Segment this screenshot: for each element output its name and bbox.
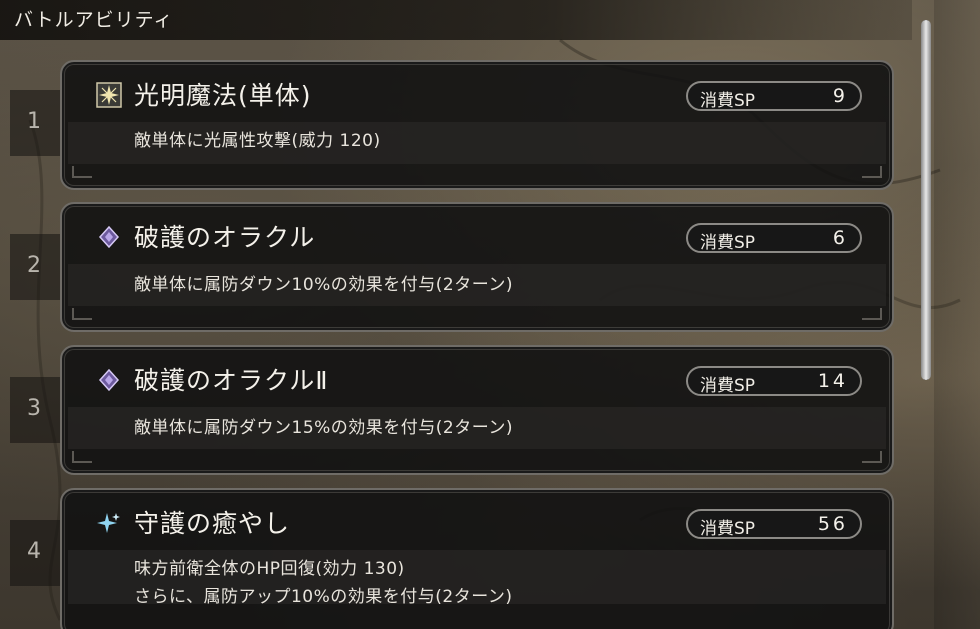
ability-description: 敵単体に属防ダウン15%の効果を付与(2ターン) (134, 418, 514, 438)
scrollbar[interactable] (919, 14, 933, 384)
sp-label: 消費SP (700, 233, 756, 253)
row-number: 4 (27, 539, 41, 564)
sp-value: 14 (817, 370, 848, 392)
ability-name: 光明魔法(単体) (134, 81, 312, 110)
sp-value: 9 (832, 85, 848, 107)
row-number: 2 (27, 253, 41, 278)
ability-card-guardian-heal[interactable]: 守護の癒やし 消費SP 56 味方前衛全体のHP回復(効力 130) さらに、属… (60, 488, 894, 629)
card-corner-ornament (72, 166, 92, 178)
sp-cost-box: 消費SP 9 (686, 81, 862, 111)
card-corner-ornament (72, 308, 92, 320)
ability-description-line-2: さらに、属防アップ10%の効果を付与(2ターン) (134, 587, 513, 607)
light-star-icon (96, 82, 122, 108)
ability-name: 破護のオラクル (134, 223, 316, 252)
purple-diamond-icon (98, 225, 120, 249)
sp-value: 6 (832, 227, 848, 249)
card-corner-ornament (862, 308, 882, 320)
screen-title: バトルアビリティ (14, 9, 174, 31)
sp-label: 消費SP (700, 376, 756, 396)
ability-card-oracle-2[interactable]: 破護のオラクルⅡ 消費SP 14 敵単体に属防ダウン15%の効果を付与(2ターン… (60, 345, 894, 475)
ability-name: 守護の癒やし (134, 509, 291, 538)
sp-cost-box: 消費SP 14 (686, 366, 862, 396)
row-number: 1 (27, 109, 41, 134)
purple-diamond-icon (98, 368, 120, 392)
row-number: 3 (27, 396, 41, 421)
blue-sparkle-icon (97, 513, 120, 533)
sp-label: 消費SP (700, 519, 756, 539)
scrollbar-thumb[interactable] (921, 20, 931, 380)
sp-cost-box: 消費SP 56 (686, 509, 862, 539)
ability-card-oracle[interactable]: 破護のオラクル 消費SP 6 敵単体に属防ダウン10%の効果を付与(2ターン) (60, 202, 894, 332)
right-edge-shade (934, 0, 980, 629)
card-corner-ornament (862, 166, 882, 178)
ability-description: 敵単体に光属性攻撃(威力 120) (134, 131, 381, 151)
battle-ability-screen: バトルアビリティ 1 2 3 4 光明魔法(単体) 消費SP 9 敵単体に光属性… (0, 0, 980, 629)
ability-name: 破護のオラクルⅡ (134, 366, 329, 395)
sp-label: 消費SP (700, 91, 756, 111)
title-bar: バトルアビリティ (0, 0, 912, 40)
sp-cost-box: 消費SP 6 (686, 223, 862, 253)
ability-card-light-magic[interactable]: 光明魔法(単体) 消費SP 9 敵単体に光属性攻撃(威力 120) (60, 60, 894, 190)
card-corner-ornament (862, 451, 882, 463)
ability-description: 敵単体に属防ダウン10%の効果を付与(2ターン) (134, 275, 514, 295)
ability-description: 味方前衛全体のHP回復(効力 130) (134, 559, 405, 579)
card-corner-ornament (72, 451, 92, 463)
sp-value: 56 (817, 513, 848, 535)
